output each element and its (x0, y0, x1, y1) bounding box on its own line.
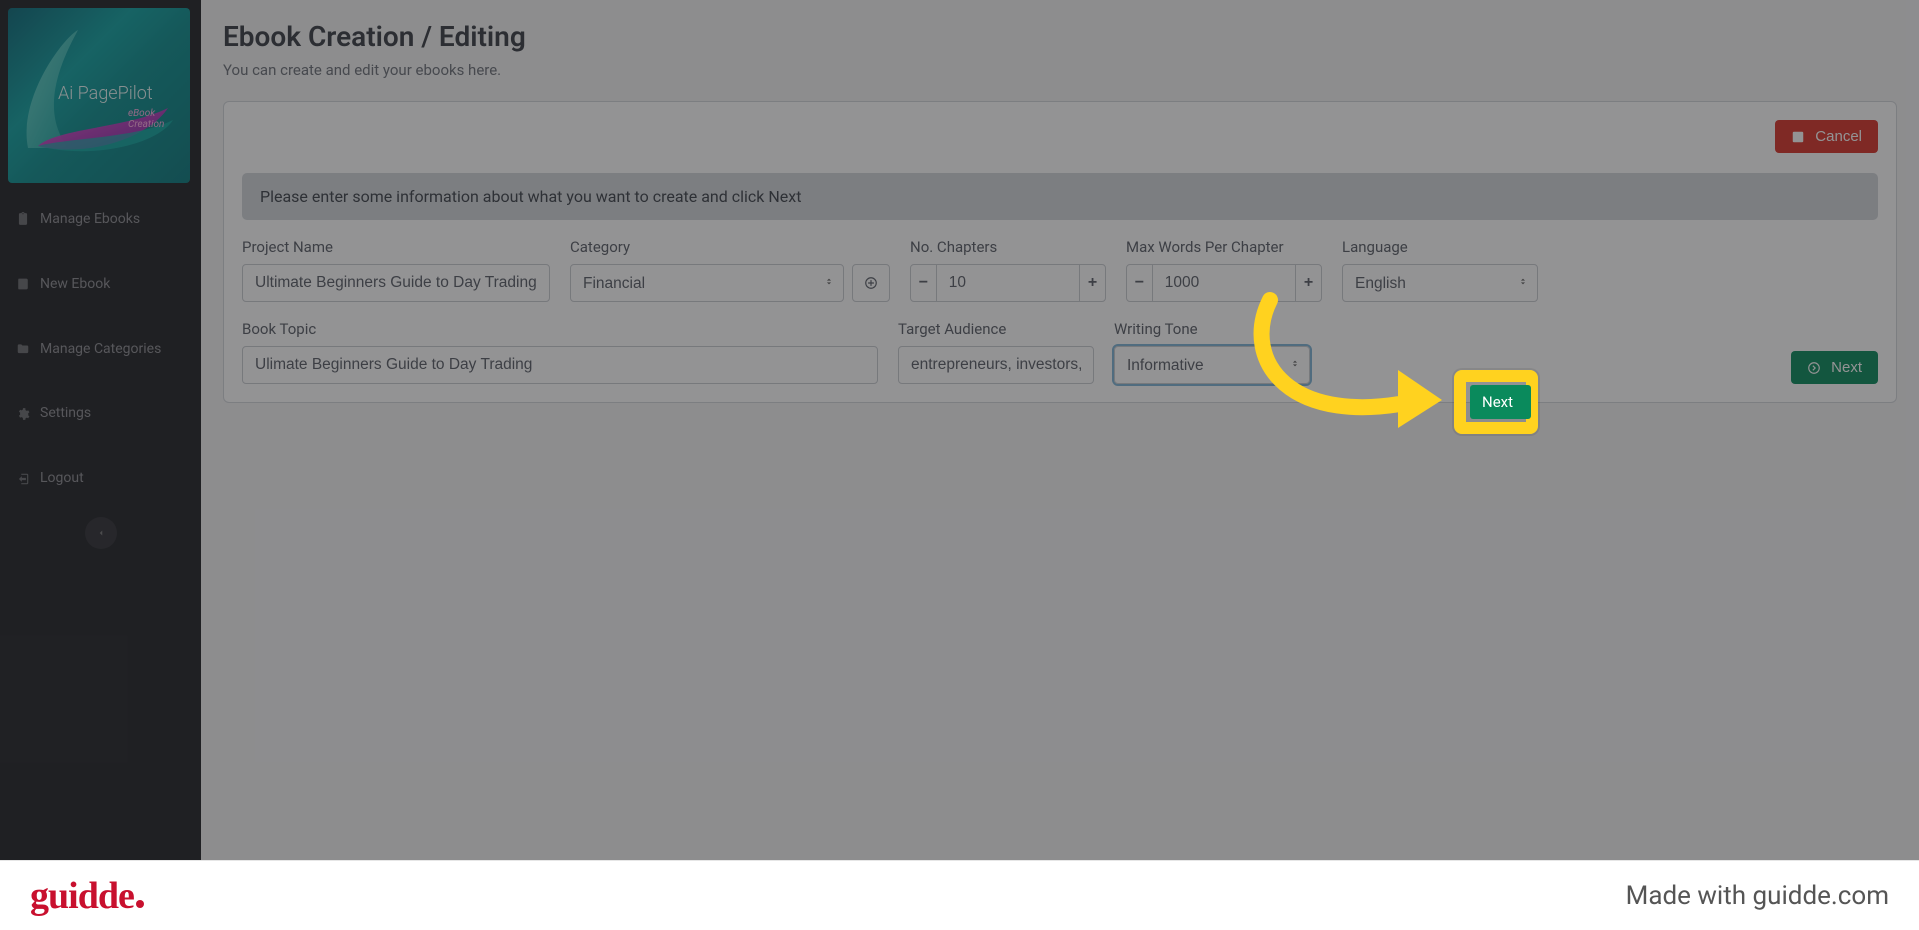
chevron-left-icon (96, 528, 106, 538)
field-target-audience: Target Audience (898, 320, 1094, 384)
brand-logo-container: Ai PagePilot eBook Creation (0, 0, 201, 191)
sidebar-collapse-button[interactable] (85, 517, 117, 549)
label-language: Language (1342, 238, 1538, 256)
clipboard-icon (16, 212, 30, 226)
main-content: Ebook Creation / Editing You can create … (201, 0, 1919, 930)
field-no-chapters: No. Chapters − + (910, 238, 1106, 302)
sidebar-nav: Manage Ebooks New Ebook Manage Categorie… (0, 191, 201, 559)
sidebar-item-label: Manage Ebooks (40, 211, 140, 228)
gear-icon (16, 407, 30, 421)
add-category-button[interactable] (852, 264, 890, 302)
label-project-name: Project Name (242, 238, 550, 256)
sidebar: Ai PagePilot eBook Creation Manage Ebook… (0, 0, 201, 930)
brand-name: Ai PagePilot (58, 83, 153, 104)
book-icon (16, 277, 30, 291)
label-target-audience: Target Audience (898, 320, 1094, 338)
writing-tone-select[interactable]: Informative (1114, 346, 1310, 384)
arrow-right-circle-icon (1807, 361, 1821, 375)
made-with-text: Made with guidde.com (1626, 881, 1889, 911)
footer-bar: guidde Made with guidde.com (0, 860, 1919, 930)
page-subtitle: You can create and edit your ebooks here… (223, 61, 1897, 79)
label-no-chapters: No. Chapters (910, 238, 1106, 256)
sidebar-item-manage-ebooks[interactable]: Manage Ebooks (0, 201, 201, 238)
highlighted-next-button[interactable]: Next (1470, 385, 1531, 419)
info-banner: Please enter some information about what… (242, 173, 1878, 220)
cancel-button[interactable]: Cancel (1775, 120, 1878, 153)
plus-circle-icon (864, 276, 878, 290)
page-title: Ebook Creation / Editing (223, 20, 1897, 53)
maxwords-decrement-button[interactable]: − (1126, 264, 1153, 302)
field-writing-tone: Writing Tone Informative (1114, 320, 1310, 384)
book-topic-input[interactable] (242, 346, 878, 384)
label-max-words: Max Words Per Chapter (1126, 238, 1322, 256)
sidebar-item-label: Settings (40, 405, 91, 422)
chapters-decrement-button[interactable]: − (910, 264, 937, 302)
brand-subtitle: eBook Creation (128, 108, 190, 130)
sidebar-item-new-ebook[interactable]: New Ebook (0, 266, 201, 303)
field-category: Category Financial (570, 238, 890, 302)
field-max-words: Max Words Per Chapter − + (1126, 238, 1322, 302)
field-book-topic: Book Topic (242, 320, 878, 384)
cancel-button-label: Cancel (1815, 128, 1862, 145)
label-category: Category (570, 238, 890, 256)
label-book-topic: Book Topic (242, 320, 878, 338)
next-action-cell: Next (1330, 351, 1878, 384)
logout-icon (16, 472, 30, 486)
brand-logo: Ai PagePilot eBook Creation (8, 8, 190, 183)
sidebar-item-label: New Ebook (40, 276, 110, 293)
sidebar-item-settings[interactable]: Settings (0, 395, 201, 432)
sidebar-item-label: Manage Categories (40, 341, 161, 358)
category-select[interactable]: Financial (570, 264, 844, 302)
next-button-label: Next (1831, 359, 1862, 376)
sidebar-item-label: Logout (40, 470, 84, 487)
language-select[interactable]: English (1342, 264, 1538, 302)
highlighted-next-label: Next (1482, 393, 1513, 411)
guidde-logo: guidde (30, 874, 144, 918)
field-project-name: Project Name (242, 238, 550, 302)
chapters-increment-button[interactable]: + (1079, 264, 1106, 302)
target-audience-input[interactable] (898, 346, 1094, 384)
project-name-input[interactable] (242, 264, 550, 302)
no-chapters-input[interactable] (937, 264, 1079, 302)
maxwords-increment-button[interactable]: + (1295, 264, 1322, 302)
label-writing-tone: Writing Tone (1114, 320, 1310, 338)
form-card: Cancel Please enter some information abo… (223, 101, 1897, 403)
sidebar-item-logout[interactable]: Logout (0, 460, 201, 497)
max-words-input[interactable] (1153, 264, 1295, 302)
sidebar-item-manage-categories[interactable]: Manage Categories (0, 331, 201, 368)
field-language: Language English (1342, 238, 1538, 302)
cancel-icon (1791, 130, 1805, 144)
folder-icon (16, 342, 30, 356)
next-button[interactable]: Next (1791, 351, 1878, 384)
